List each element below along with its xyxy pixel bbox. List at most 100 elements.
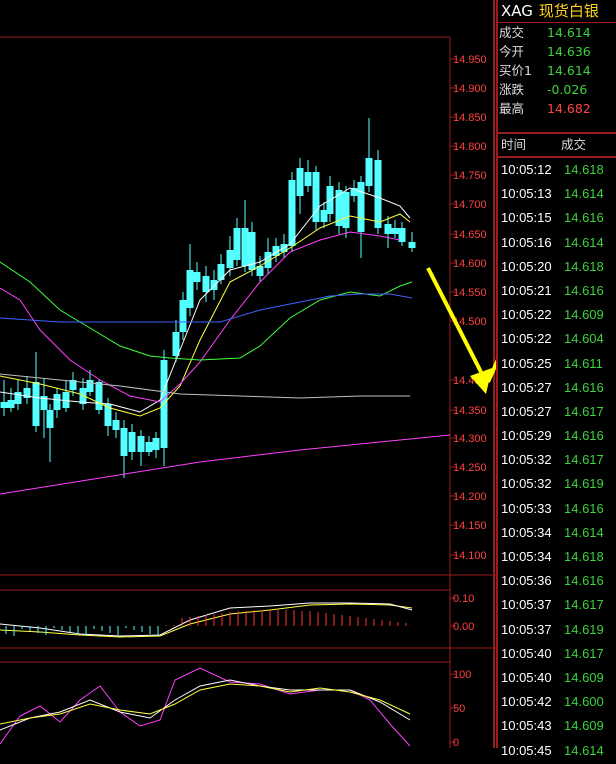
trade-time: 10:05:22 bbox=[501, 307, 552, 323]
candle-body bbox=[320, 210, 328, 222]
trend-line bbox=[0, 434, 451, 495]
trade-row[interactable]: 10:05:29 14.616 bbox=[498, 424, 616, 448]
quote-label: 买价1 bbox=[499, 63, 532, 78]
trade-time: 10:05:13 bbox=[501, 186, 552, 202]
trade-row[interactable]: 10:05:27 14.616 bbox=[498, 376, 616, 400]
trade-time: 10:05:37 bbox=[501, 621, 552, 637]
trade-price: 14.618 bbox=[564, 162, 604, 177]
candle-body bbox=[172, 332, 180, 356]
quote-row: 今开 14.636 bbox=[498, 42, 616, 61]
price-tick-label: 14.350 bbox=[453, 405, 487, 417]
price-tick-label: 14.250 bbox=[453, 462, 487, 474]
trade-row[interactable]: 10:05:34 14.614 bbox=[498, 521, 616, 545]
trades-header: 时间 成交 bbox=[498, 132, 616, 158]
candle-body bbox=[0, 402, 8, 408]
price-tick-label: 14.600 bbox=[453, 258, 487, 270]
candle-body bbox=[112, 420, 120, 430]
quote-value: 14.682 bbox=[547, 101, 591, 116]
trade-time: 10:05:42 bbox=[501, 694, 552, 710]
trade-price: 14.618 bbox=[564, 258, 604, 274]
trade-time: 10:05:27 bbox=[501, 379, 552, 395]
candle-body bbox=[288, 180, 296, 246]
trade-time: 10:05:21 bbox=[501, 282, 552, 298]
trade-row[interactable]: 10:05:20 14.618 bbox=[498, 255, 616, 279]
quote-row: 成交 14.614 bbox=[498, 23, 616, 42]
trade-row[interactable]: 10:05:45 14.614 bbox=[498, 739, 616, 763]
candle-body bbox=[145, 442, 153, 452]
trade-price: 14.616 bbox=[564, 500, 604, 516]
trade-price: 14.609 bbox=[564, 718, 604, 734]
symbol-header: XAG 现货白银 bbox=[498, 0, 616, 23]
trade-row[interactable]: 10:05:16 14.614 bbox=[498, 231, 616, 255]
trade-row[interactable]: 10:05:34 14.618 bbox=[498, 545, 616, 569]
trade-row[interactable]: 10:05:40 14.617 bbox=[498, 642, 616, 666]
candle-body bbox=[120, 428, 128, 456]
trade-time: 10:05:40 bbox=[501, 669, 552, 685]
trade-row[interactable]: 10:05:12 14.618 bbox=[498, 158, 616, 182]
trade-price: 14.614 bbox=[564, 524, 604, 540]
quote-row: 最高 14.682 bbox=[498, 99, 616, 118]
trade-price: 14.616 bbox=[564, 210, 604, 226]
trade-row[interactable]: 10:05:40 14.609 bbox=[498, 666, 616, 690]
candle-body bbox=[53, 394, 61, 410]
trade-row[interactable]: 10:05:15 14.616 bbox=[498, 206, 616, 230]
trade-price: 14.616 bbox=[564, 428, 604, 444]
trade-time: 10:05:37 bbox=[501, 597, 552, 613]
trade-price: 14.618 bbox=[564, 549, 604, 564]
trade-time: 10:05:32 bbox=[501, 452, 552, 468]
symbol-name: 现货白银 bbox=[538, 2, 599, 20]
trade-row[interactable]: 10:05:36 14.616 bbox=[498, 569, 616, 593]
trade-price: 14.609 bbox=[564, 669, 604, 685]
quote-sidebar: XAG 现货白银 成交 14.614 今开 14.636 买价1 14.614 涨跌 -0.02… bbox=[496, 0, 616, 758]
quote-row: 买价1 14.614 bbox=[498, 61, 616, 80]
price-tick-label: 14.850 bbox=[453, 112, 487, 124]
ma10-line bbox=[0, 213, 411, 417]
price-tick-label: 14.200 bbox=[453, 491, 487, 503]
trade-row[interactable]: 10:05:21 14.616 bbox=[498, 279, 616, 303]
price-tick-label: 14.950 bbox=[453, 54, 487, 66]
trade-time: 10:05:27 bbox=[501, 403, 552, 419]
trade-price: 14.609 bbox=[564, 307, 604, 323]
symbol-code: XAG bbox=[501, 2, 533, 20]
trade-row[interactable]: 10:05:27 14.617 bbox=[498, 400, 616, 424]
candle-body bbox=[217, 264, 225, 280]
trade-time: 10:05:45 bbox=[501, 742, 552, 758]
candle-body bbox=[186, 270, 194, 308]
trade-price: 14.617 bbox=[564, 452, 604, 468]
trade-row[interactable]: 10:05:37 14.619 bbox=[498, 618, 616, 642]
trade-time: 10:05:32 bbox=[501, 476, 552, 492]
trade-time: 10:05:36 bbox=[501, 573, 552, 589]
trades-list[interactable]: 10:05:12 14.618 10:05:13 14.614 10:05:15 14.6… bbox=[498, 158, 616, 763]
trade-row[interactable]: 10:05:37 14.617 bbox=[498, 593, 616, 617]
price-tick-label: 14.100 bbox=[453, 550, 487, 562]
trade-row[interactable]: 10:05:43 14.609 bbox=[498, 714, 616, 738]
quote-row: 涨跌 -0.026 bbox=[498, 80, 616, 99]
macd-tick-label: 0.10 bbox=[453, 593, 474, 605]
quote-value: 14.636 bbox=[547, 44, 591, 59]
trade-row[interactable]: 10:05:22 14.604 bbox=[498, 327, 616, 351]
kdj-tick-label: 100 bbox=[453, 669, 471, 681]
quote-value: 14.614 bbox=[547, 25, 591, 40]
trade-price: 14.619 bbox=[564, 621, 604, 637]
trade-row[interactable]: 10:05:22 14.609 bbox=[498, 303, 616, 327]
candlestick-chart-area[interactable]: 14.950 14.900 14.850 14.800 14.750 14.700 14.6… bbox=[0, 0, 496, 748]
trade-row[interactable]: 10:05:32 14.619 bbox=[498, 472, 616, 496]
candle-body bbox=[14, 392, 22, 404]
trade-price: 14.617 bbox=[564, 597, 604, 613]
trade-price: 14.616 bbox=[564, 282, 604, 298]
quote-value: -0.026 bbox=[547, 82, 588, 97]
trade-price: 14.614 bbox=[564, 742, 604, 758]
trade-row[interactable]: 10:05:13 14.614 bbox=[498, 182, 616, 206]
chart-canvas[interactable]: 14.950 14.900 14.850 14.800 14.750 14.700 14.6… bbox=[0, 0, 496, 748]
trade-price: 14.600 bbox=[564, 694, 604, 710]
ma120-line bbox=[0, 373, 410, 399]
trades-header-price: 成交 bbox=[561, 137, 587, 152]
trade-row[interactable]: 10:05:33 14.616 bbox=[498, 497, 616, 521]
trade-time: 10:05:12 bbox=[501, 162, 552, 177]
trade-row[interactable]: 10:05:32 14.617 bbox=[498, 448, 616, 472]
quote-label: 今开 bbox=[499, 44, 525, 59]
trade-row[interactable]: 10:05:25 14.611 bbox=[498, 352, 616, 376]
trade-time: 10:05:22 bbox=[501, 331, 552, 347]
candle-body bbox=[226, 250, 234, 268]
trade-row[interactable]: 10:05:42 14.600 bbox=[498, 690, 616, 714]
